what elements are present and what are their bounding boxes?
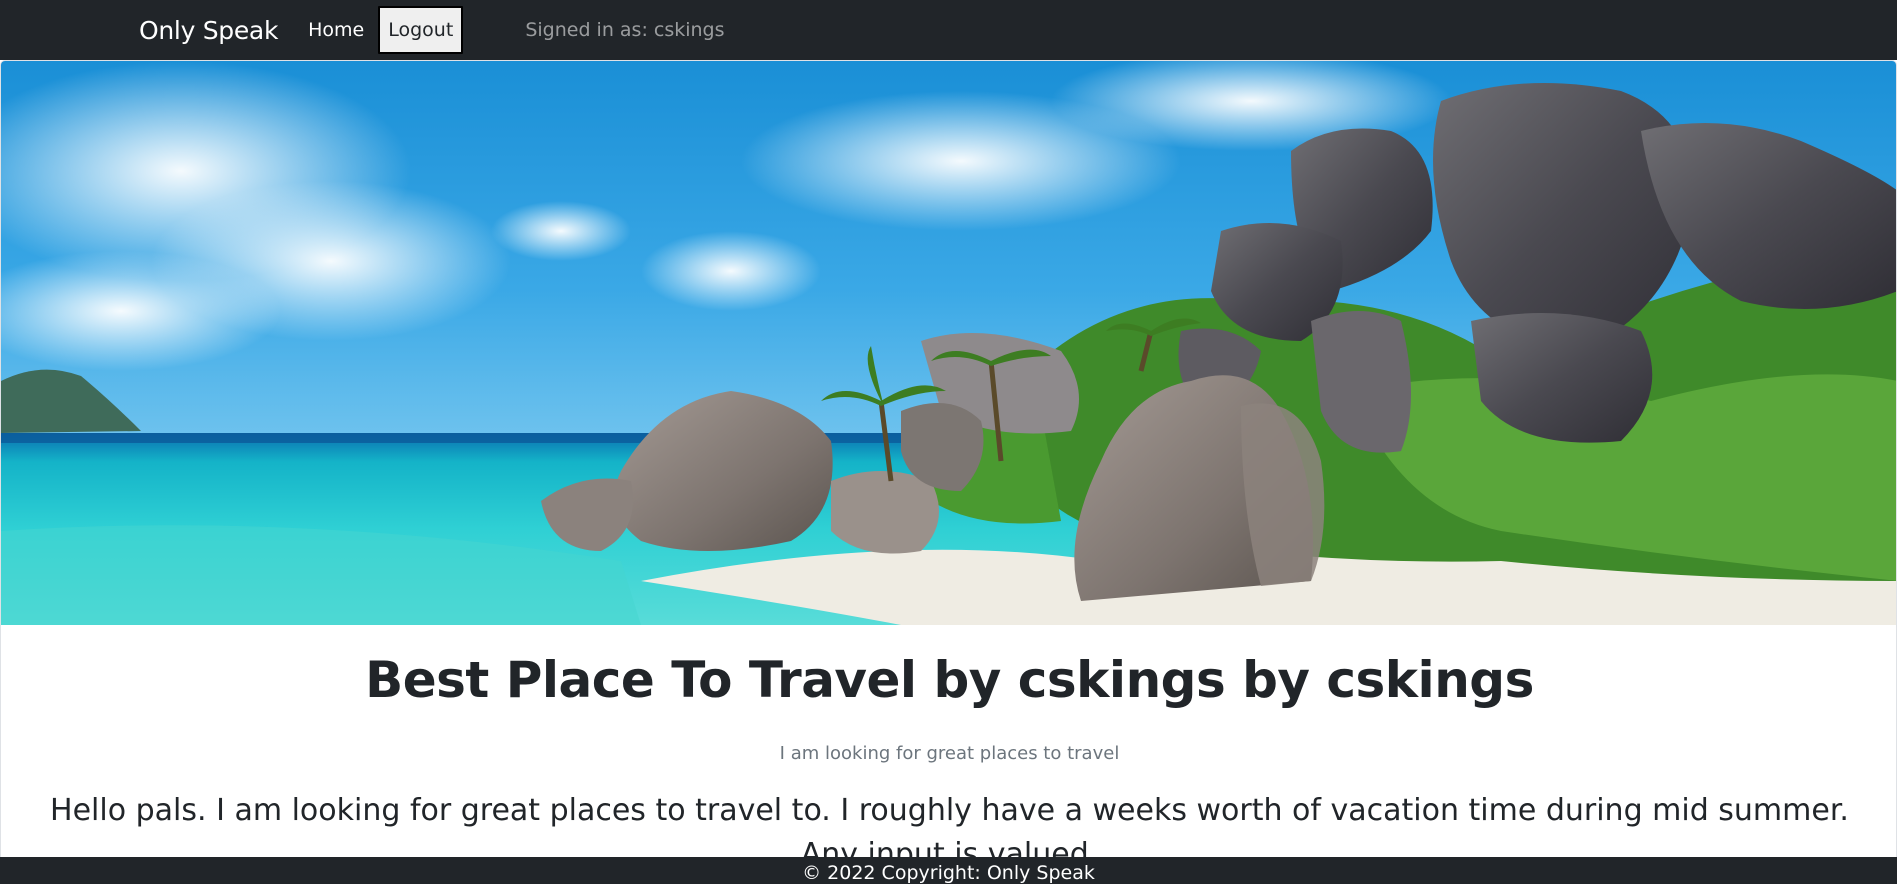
post-title: Best Place To Travel by cskings by cskin… xyxy=(365,651,1534,709)
logout-button[interactable]: Logout xyxy=(378,6,464,54)
top-navbar: Only Speak Home Logout Signed in as: csk… xyxy=(0,0,1897,60)
brand-link[interactable]: Only Speak xyxy=(139,16,278,45)
page: Only Speak Home Logout Signed in as: csk… xyxy=(0,0,1897,884)
post-subtitle: I am looking for great places to travel xyxy=(779,743,1120,764)
signed-in-status: Signed in as: cskings xyxy=(525,19,725,41)
nav-home-link[interactable]: Home xyxy=(308,19,364,41)
hero-beach-image xyxy=(1,61,1896,625)
footer-copyright: © 2022 Copyright: Only Speak xyxy=(802,862,1095,884)
page-footer: © 2022 Copyright: Only Speak xyxy=(0,857,1897,884)
post-card: Best Place To Travel by cskings by cskin… xyxy=(0,60,1897,884)
